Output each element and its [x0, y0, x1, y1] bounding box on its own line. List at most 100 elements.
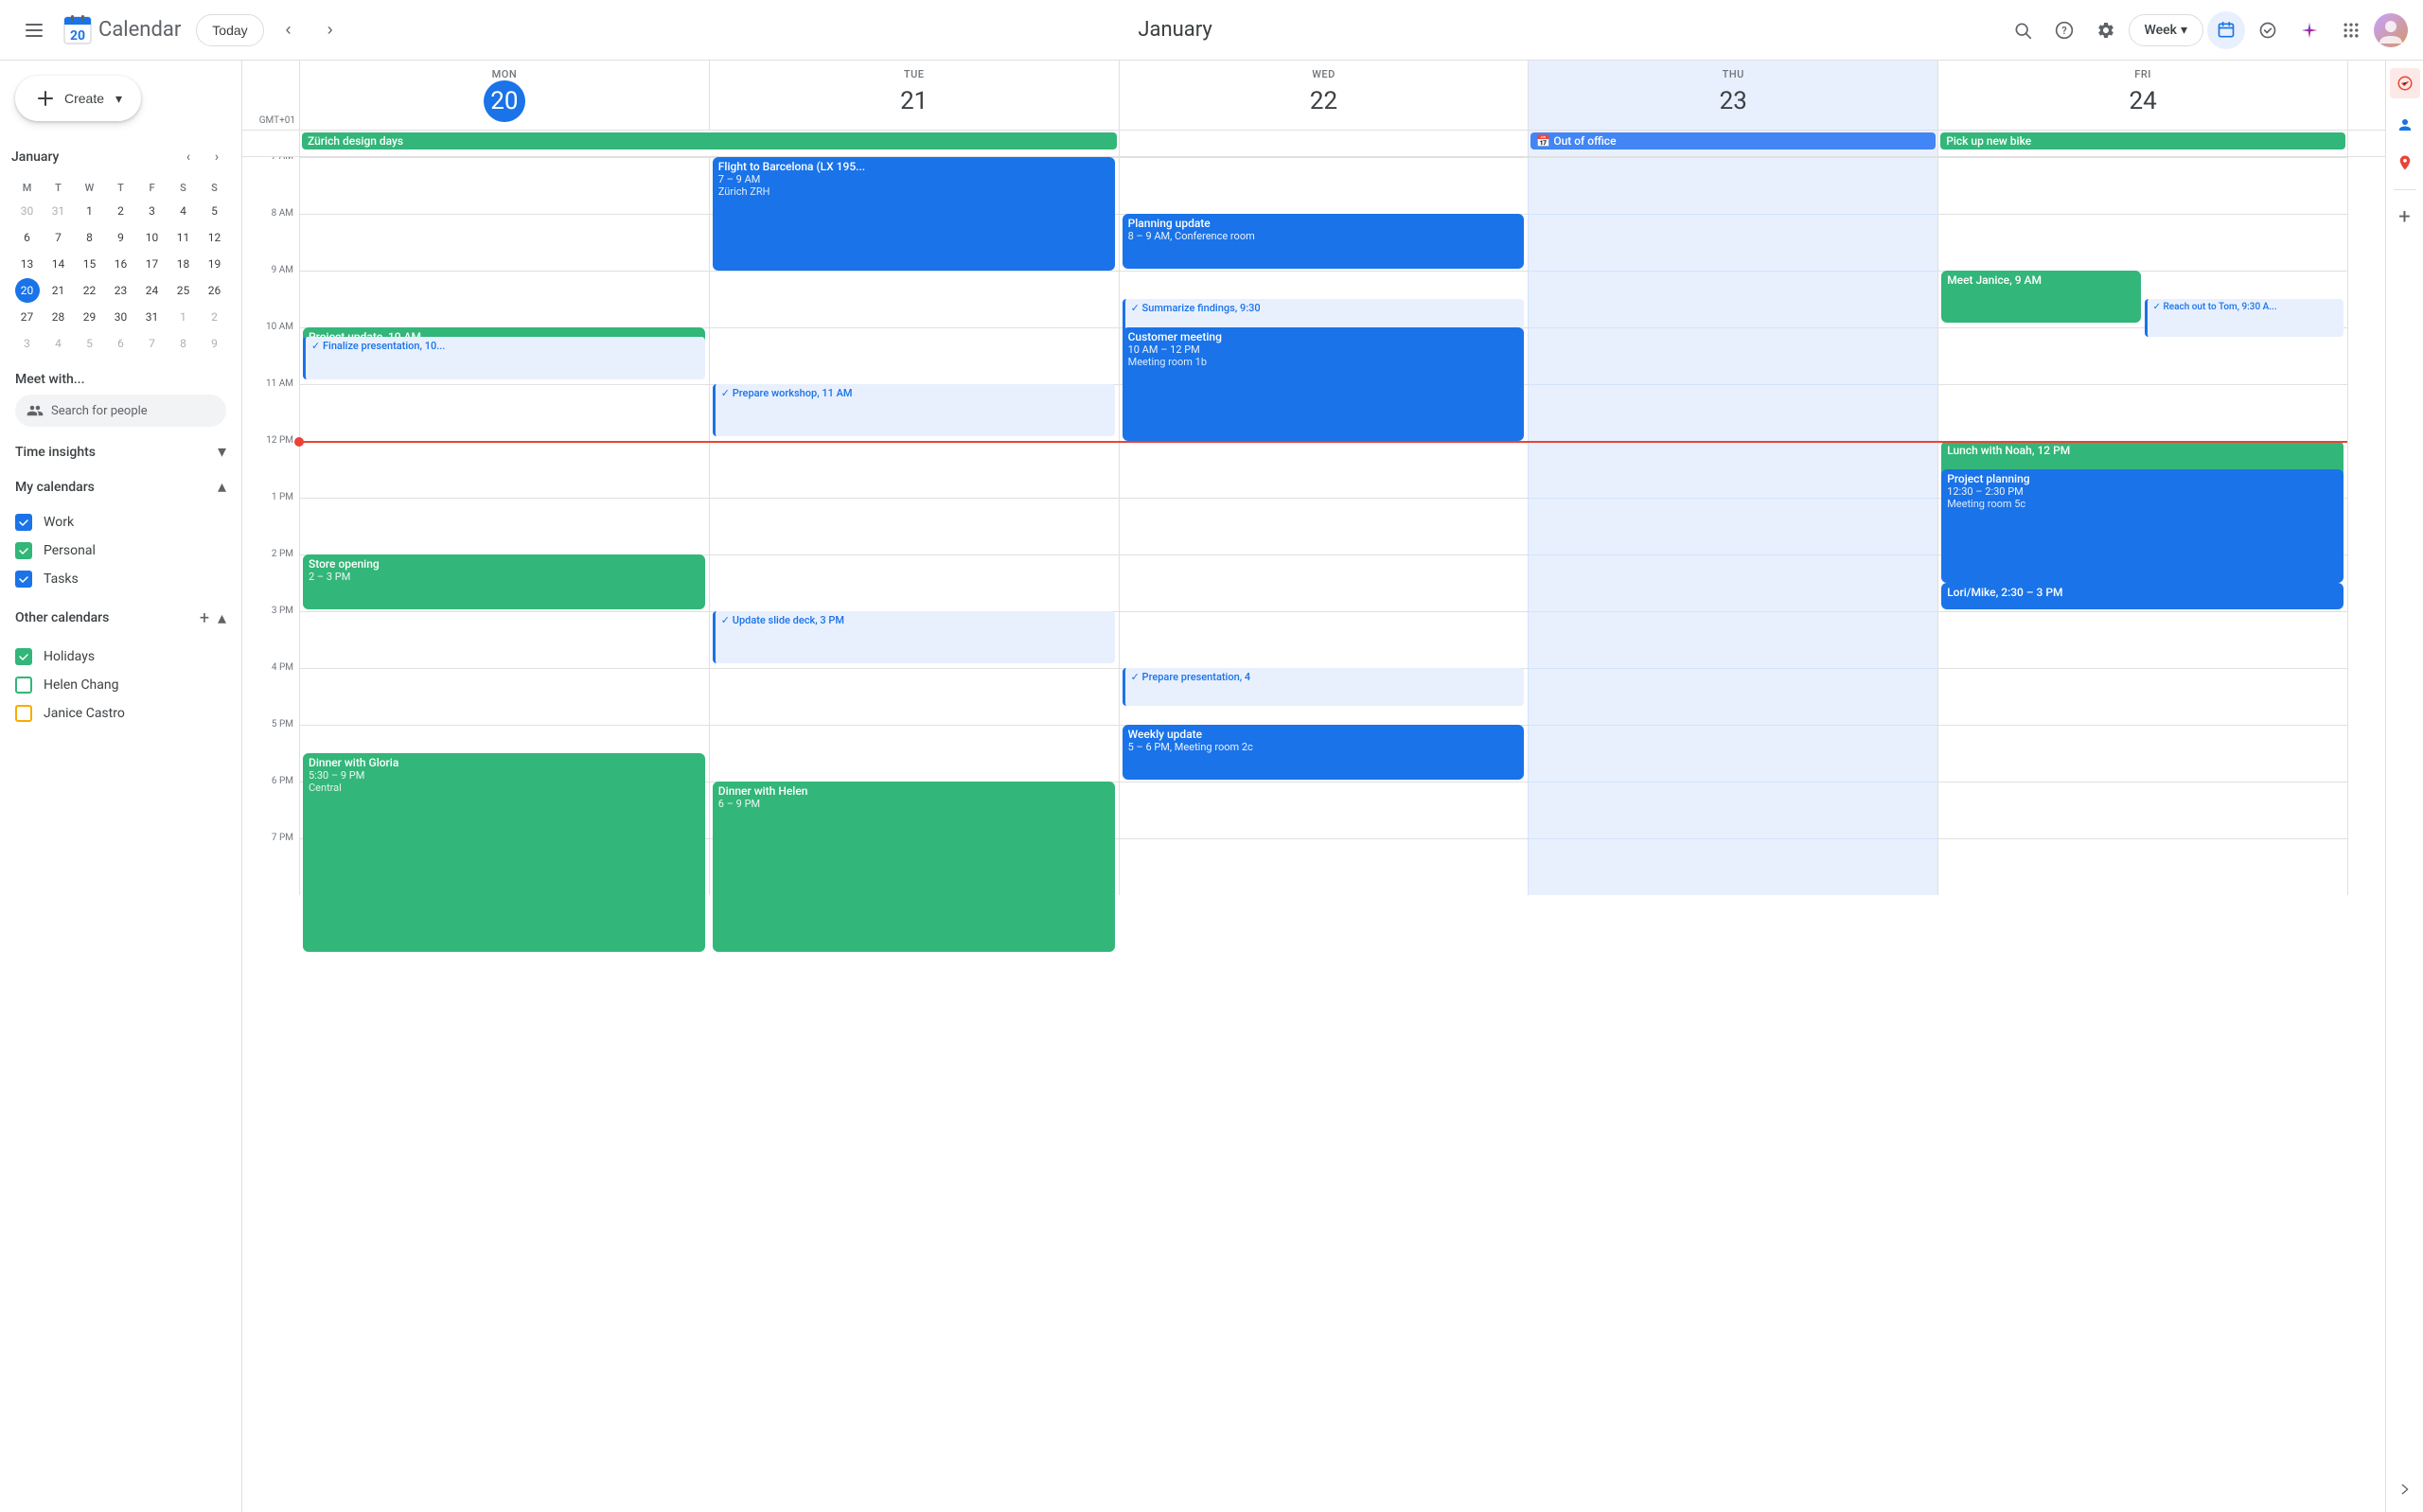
- mini-cal-day[interactable]: 21: [46, 278, 71, 303]
- calendar-view-button[interactable]: [2207, 11, 2245, 49]
- mini-cal-today[interactable]: 20: [15, 278, 40, 303]
- calendar-item-janice[interactable]: Janice Castro: [0, 699, 241, 728]
- mini-cal-day[interactable]: 13: [15, 252, 40, 276]
- calendar-checkbox-personal[interactable]: [15, 542, 32, 559]
- day-header-wed[interactable]: WED 22: [1119, 61, 1529, 130]
- time-insights-header[interactable]: Time insights ▾: [0, 434, 241, 469]
- allday-event-outofoffice[interactable]: 📅 Out of office: [1530, 132, 1936, 149]
- calendar-item-tasks[interactable]: Tasks: [0, 565, 241, 593]
- mini-cal-next[interactable]: ›: [203, 144, 230, 170]
- event-dinner-gloria[interactable]: Dinner with Gloria 5:30 – 9 PM Central: [303, 753, 705, 952]
- menu-button[interactable]: [15, 11, 53, 49]
- right-sidebar-maps-icon[interactable]: [2390, 148, 2420, 178]
- right-sidebar-add-icon[interactable]: +: [2390, 202, 2420, 232]
- event-weekly-update[interactable]: Weekly update 5 – 6 PM, Meeting room 2c: [1123, 725, 1525, 780]
- mini-cal-day[interactable]: 9: [203, 331, 227, 356]
- mini-cal-day[interactable]: 7: [46, 225, 71, 250]
- today-button[interactable]: Today: [196, 14, 263, 46]
- my-calendars-header[interactable]: My calendars ▴: [0, 469, 241, 504]
- mini-cal-day[interactable]: 2: [109, 199, 133, 223]
- allday-event-zurich[interactable]: Zürich design days: [302, 132, 1117, 149]
- event-lori-mike[interactable]: Lori/Mike, 2:30 – 3 PM: [1941, 583, 2343, 609]
- event-store-opening[interactable]: Store opening 2 – 3 PM: [303, 554, 705, 609]
- mini-cal-day[interactable]: 8: [78, 225, 102, 250]
- calendar-checkbox-janice[interactable]: [15, 705, 32, 722]
- next-button[interactable]: ›: [313, 13, 347, 47]
- gemini-button[interactable]: [2290, 11, 2328, 49]
- mini-cal-day[interactable]: 31: [140, 305, 165, 329]
- search-people-button[interactable]: Search for people: [15, 395, 226, 427]
- mini-cal-day[interactable]: 3: [140, 199, 165, 223]
- apps-button[interactable]: [2332, 11, 2370, 49]
- event-prepare-pres[interactable]: ✓ Prepare presentation, 4: [1123, 668, 1525, 706]
- calendar-item-personal[interactable]: Personal: [0, 536, 241, 565]
- mini-cal-day[interactable]: 1: [171, 305, 196, 329]
- mini-cal-day[interactable]: 6: [109, 331, 133, 356]
- mini-cal-day[interactable]: 9: [109, 225, 133, 250]
- event-dinner-helen[interactable]: Dinner with Helen 6 – 9 PM: [713, 782, 1115, 952]
- event-planning-update[interactable]: Planning update 8 – 9 AM, Conference roo…: [1123, 214, 1525, 269]
- mini-cal-day[interactable]: 8: [171, 331, 196, 356]
- add-calendar-button[interactable]: +: [191, 605, 218, 631]
- user-avatar[interactable]: [2374, 13, 2408, 47]
- event-update-slide[interactable]: ✓ Update slide deck, 3 PM: [713, 611, 1115, 663]
- day-header-thu[interactable]: THU 23: [1528, 61, 1937, 130]
- mini-cal-day[interactable]: 3: [15, 331, 40, 356]
- mini-cal-day[interactable]: 5: [78, 331, 102, 356]
- allday-cell-thu[interactable]: 📅 Out of office: [1528, 131, 1937, 156]
- week-view-selector[interactable]: Week ▾: [2129, 14, 2203, 46]
- day-header-tue[interactable]: TUE 21: [709, 61, 1119, 130]
- mini-cal-day[interactable]: 6: [15, 225, 40, 250]
- event-project-planning[interactable]: Project planning 12:30 – 2:30 PM Meeting…: [1941, 469, 2343, 583]
- mini-cal-prev[interactable]: ‹: [175, 144, 202, 170]
- settings-button[interactable]: [2087, 11, 2125, 49]
- mini-cal-day[interactable]: 25: [171, 278, 196, 303]
- event-flight[interactable]: Flight to Barcelona (LX 195... 7 – 9 AM …: [713, 157, 1115, 271]
- day-column-mon[interactable]: Project update, 10 AM ✓ Finalize present…: [299, 157, 709, 895]
- calendar-item-work[interactable]: Work: [0, 508, 241, 536]
- mini-cal-day[interactable]: 19: [203, 252, 227, 276]
- mini-cal-day[interactable]: 24: [140, 278, 165, 303]
- right-sidebar-contacts-icon[interactable]: [2390, 110, 2420, 140]
- allday-cell-fri[interactable]: Pick up new bike: [1937, 131, 2347, 156]
- time-grid[interactable]: 7 AM 8 AM 9 AM 10 AM 11 AM 12 PM 1 PM 2 …: [242, 157, 2385, 1512]
- event-prepare-workshop[interactable]: ✓ Prepare workshop, 11 AM: [713, 384, 1115, 436]
- allday-cell-wed[interactable]: [1119, 131, 1529, 156]
- event-finalize[interactable]: ✓ Finalize presentation, 10...: [303, 337, 705, 379]
- day-column-thu[interactable]: [1528, 157, 1937, 895]
- mini-cal-day[interactable]: 18: [171, 252, 196, 276]
- mini-cal-day[interactable]: 27: [15, 305, 40, 329]
- calendar-checkbox-helen[interactable]: [15, 677, 32, 694]
- mini-cal-day[interactable]: 15: [78, 252, 102, 276]
- calendar-item-holidays[interactable]: Holidays: [0, 642, 241, 671]
- mini-cal-day[interactable]: 17: [140, 252, 165, 276]
- mini-cal-day[interactable]: 5: [203, 199, 227, 223]
- day-header-mon[interactable]: MON 20: [299, 61, 709, 130]
- mini-cal-day[interactable]: 4: [46, 331, 71, 356]
- mini-cal-day[interactable]: 16: [109, 252, 133, 276]
- day-column-wed[interactable]: Planning update 8 – 9 AM, Conference roo…: [1119, 157, 1529, 895]
- mini-cal-day[interactable]: 2: [203, 305, 227, 329]
- prev-button[interactable]: ‹: [272, 13, 306, 47]
- search-button[interactable]: [2004, 11, 2042, 49]
- mini-cal-day[interactable]: 29: [78, 305, 102, 329]
- calendar-checkbox-tasks[interactable]: [15, 571, 32, 588]
- day-header-fri[interactable]: FRI 24: [1937, 61, 2347, 130]
- mini-cal-day[interactable]: 22: [78, 278, 102, 303]
- right-sidebar-tasks-icon[interactable]: [2390, 68, 2420, 98]
- mini-cal-day[interactable]: 12: [203, 225, 227, 250]
- mini-cal-day[interactable]: 11: [171, 225, 196, 250]
- calendar-checkbox-holidays[interactable]: [15, 648, 32, 665]
- mini-cal-day[interactable]: 4: [171, 199, 196, 223]
- calendar-item-helen[interactable]: Helen Chang: [0, 671, 241, 699]
- mini-cal-day[interactable]: 10: [140, 225, 165, 250]
- mini-cal-day[interactable]: 28: [46, 305, 71, 329]
- tasks-view-button[interactable]: [2249, 11, 2287, 49]
- mini-cal-day[interactable]: 26: [203, 278, 227, 303]
- create-button[interactable]: Create ▾: [15, 76, 141, 121]
- allday-event-bike[interactable]: Pick up new bike: [1940, 132, 2345, 149]
- event-customer-meeting[interactable]: Customer meeting 10 AM – 12 PM Meeting r…: [1123, 327, 1525, 441]
- help-button[interactable]: ?: [2045, 11, 2083, 49]
- mini-cal-day[interactable]: 30: [109, 305, 133, 329]
- mini-cal-day[interactable]: 14: [46, 252, 71, 276]
